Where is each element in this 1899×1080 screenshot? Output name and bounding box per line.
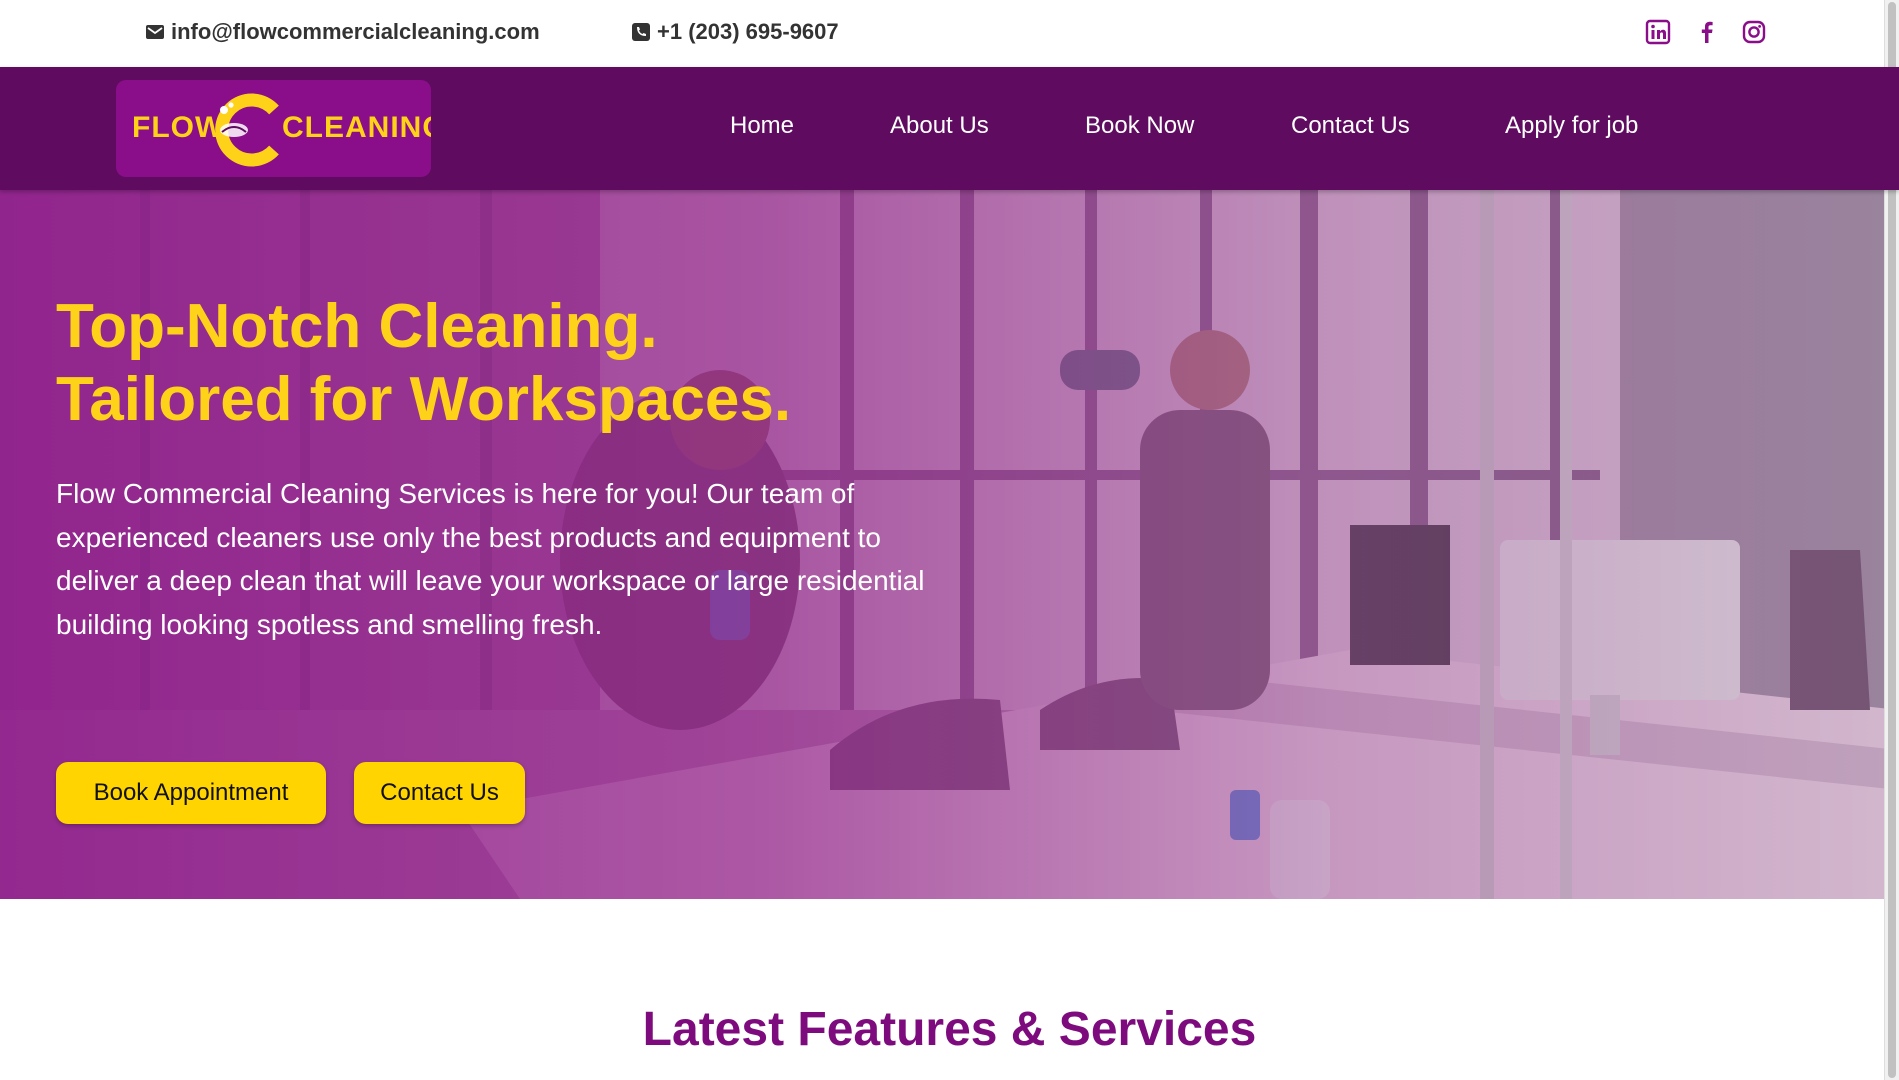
hero-description: Flow Commercial Cleaning Services is her… xyxy=(56,478,925,640)
linkedin-icon xyxy=(1645,19,1671,45)
phone-text: +1 (203) 695-9607 xyxy=(657,19,839,44)
phone-icon xyxy=(632,23,650,41)
logo-text-cleaning: CLEANING xyxy=(282,111,431,144)
nav-apply-for-job[interactable]: Apply for job xyxy=(1505,111,1638,141)
linkedin-link[interactable] xyxy=(1645,19,1671,45)
hero-title-line-2: Tailored for Workspaces. xyxy=(56,365,792,434)
envelope-icon xyxy=(146,25,164,39)
brand-logo[interactable]: FLOW CLEANING xyxy=(116,80,431,177)
email-text: info@flowcommercialcleaning.com xyxy=(171,19,540,44)
nav-book-now[interactable]: Book Now xyxy=(1085,111,1194,141)
instagram-icon xyxy=(1742,20,1766,44)
nav-about-us[interactable]: About Us xyxy=(890,111,989,141)
main-navbar: FLOW CLEANING Home About Us Book Now Con… xyxy=(0,67,1899,190)
contact-bar: info@flowcommercialcleaning.com +1 (203)… xyxy=(0,0,1899,67)
logo-emblem-icon xyxy=(215,93,279,167)
page-content: info@flowcommercialcleaning.com +1 (203)… xyxy=(0,0,1899,1080)
nav-contact-us[interactable]: Contact Us xyxy=(1291,111,1410,141)
hero-title-line-1: Top-Notch Cleaning. xyxy=(56,292,658,361)
instagram-link[interactable] xyxy=(1741,19,1767,45)
features-section-title: Latest Features & Services xyxy=(642,1003,1257,1056)
email-link[interactable]: info@flowcommercialcleaning.com xyxy=(145,16,540,48)
page: info@flowcommercialcleaning.com +1 (203)… xyxy=(0,0,1899,1080)
nav-home[interactable]: Home xyxy=(730,111,794,141)
book-appointment-button[interactable]: Book Appointment xyxy=(56,762,326,824)
facebook-icon xyxy=(1701,21,1713,43)
facebook-link[interactable] xyxy=(1694,19,1720,45)
phone-link[interactable]: +1 (203) 695-9607 xyxy=(631,16,839,48)
hero-title: Top-Notch Cleaning. Tailored for Workspa… xyxy=(56,290,791,436)
hero-section: Top-Notch Cleaning. Tailored for Workspa… xyxy=(0,190,1899,899)
contact-us-button[interactable]: Contact Us xyxy=(354,762,525,824)
